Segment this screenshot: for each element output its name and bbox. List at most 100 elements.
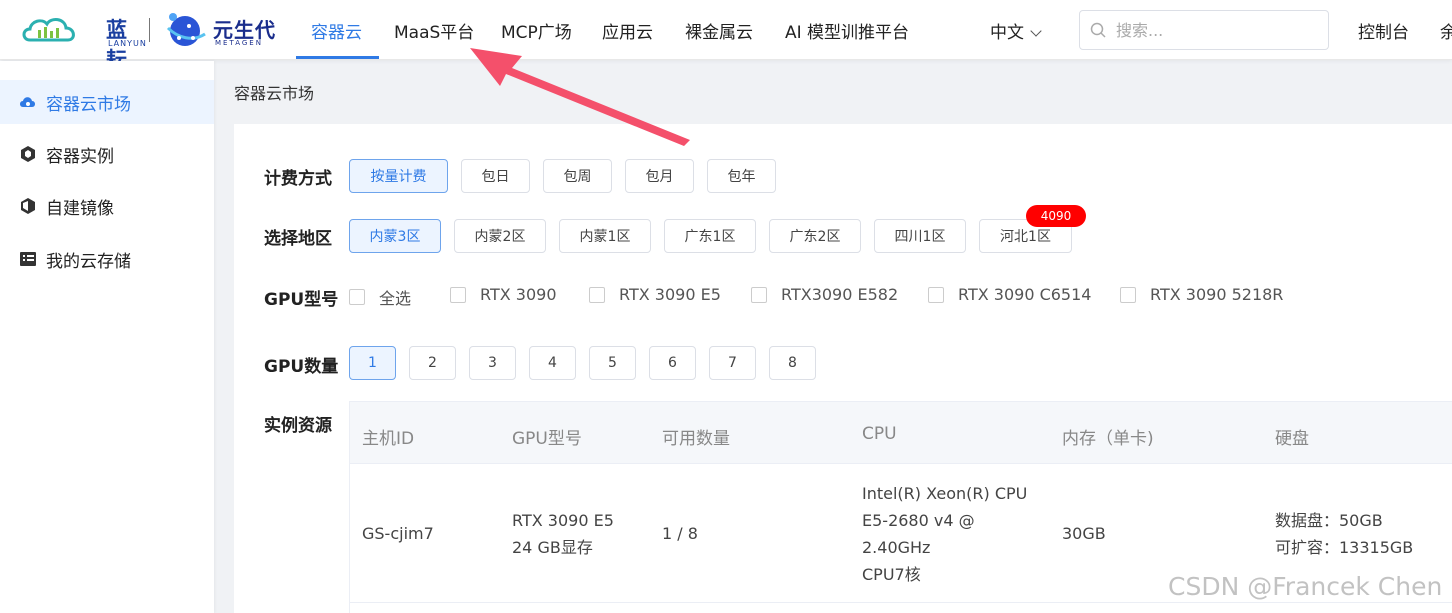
cell-gpu-memory: 24 GB显存 [512, 538, 593, 557]
nav-app-cloud[interactable]: 应用云 [602, 18, 653, 43]
nav-ai-model-platform[interactable]: AI 模型训推平台 [785, 18, 909, 43]
cell-cpu-line: 2.40GHz [862, 538, 931, 557]
gpu-model-checkbox-rtx3090-e5[interactable]: RTX 3090 E5 [589, 285, 721, 304]
region-option-gd1[interactable]: 广东1区 [664, 219, 756, 253]
billing-option-yearly[interactable]: 包年 [707, 159, 776, 193]
resources-label: 实例资源 [264, 416, 332, 436]
cell-available: 1 / 8 [662, 524, 698, 543]
lanyun-brand-en: LANYUN [108, 39, 147, 48]
gpu-count-option-5[interactable]: 5 [589, 346, 636, 380]
checkbox-box[interactable] [349, 289, 365, 305]
column-header-memory[interactable]: 内存（单卡) [1062, 424, 1154, 449]
cell-memory: 30GB [1062, 524, 1106, 543]
gpu-model-label: GPU型号 [264, 290, 339, 310]
gpu-count-option-2[interactable]: 2 [409, 346, 456, 380]
checkbox-box[interactable] [589, 286, 605, 303]
column-header-gpu-model[interactable]: GPU型号 [512, 424, 582, 449]
checkbox-label: RTX3090 E582 [781, 285, 899, 304]
gpu-model-checkbox-all[interactable]: 全选 [349, 285, 411, 309]
billing-option-pay-as-you-go[interactable]: 按量计费 [349, 159, 448, 193]
language-label: 中文 [990, 23, 1024, 43]
nav-active-indicator [296, 56, 379, 59]
metagen-logo[interactable]: 元生代 METAGEN [163, 8, 285, 52]
sidebar-item-custom-images[interactable]: 自建镜像 [0, 184, 214, 228]
region-gpu-badge: 4090 [1026, 205, 1086, 227]
console-link[interactable]: 控制台 [1358, 18, 1409, 43]
chevron-down-icon [1030, 25, 1042, 37]
gpu-model-checkbox-rtx3090-e582[interactable]: RTX3090 E582 [751, 285, 898, 304]
gpu-model-checkbox-rtx3090[interactable]: RTX 3090 [450, 285, 557, 304]
column-header-disk[interactable]: 硬盘 [1275, 424, 1309, 449]
cloud-icon [18, 92, 38, 112]
row-divider [350, 602, 1452, 603]
gpu-count-label: GPU数量 [264, 357, 339, 377]
gpu-count-option-3[interactable]: 3 [469, 346, 516, 380]
region-option-nm1[interactable]: 内蒙1区 [559, 219, 651, 253]
checkbox-box[interactable] [450, 286, 466, 303]
nav-maas-platform[interactable]: MaaS平台 [394, 18, 474, 43]
cell-disk-expandable: 可扩容：13315GB [1275, 538, 1414, 557]
nav-bare-metal-cloud[interactable]: 裸金属云 [685, 18, 753, 43]
metagen-globe-icon [166, 13, 206, 46]
cell-gpu-model: RTX 3090 E5 [512, 511, 614, 530]
checkbox-label: RTX 3090 5218R [1150, 285, 1284, 304]
search-input[interactable] [1116, 19, 1316, 41]
billing-option-daily[interactable]: 包日 [461, 159, 530, 193]
sidebar-item-label: 容器云市场 [46, 94, 131, 115]
sidebar-item-label: 容器实例 [46, 146, 114, 167]
billing-option-weekly[interactable]: 包周 [543, 159, 612, 193]
cell-cpu-cores: CPU7核 [862, 565, 921, 584]
region-label: 选择地区 [264, 229, 332, 249]
lanyun-cloud-icon [22, 18, 75, 42]
column-header-cpu[interactable]: CPU [862, 424, 897, 444]
sidebar-item-label: 我的云存储 [46, 251, 131, 272]
top-navigation-bar: 蓝耘 LANYUN 元生代 METAGEN 容器云 MaaS平台 MCP广场 应… [0, 0, 1452, 72]
gpu-count-option-7[interactable]: 7 [709, 346, 756, 380]
logo-divider [149, 18, 150, 42]
billing-label: 计费方式 [264, 169, 332, 189]
breadcrumb: 容器云市场 [234, 84, 315, 103]
gpu-count-option-6[interactable]: 6 [649, 346, 696, 380]
gpu-count-option-8[interactable]: 8 [769, 346, 816, 380]
search-box[interactable] [1079, 10, 1329, 50]
column-header-available[interactable]: 可用数量 [662, 424, 730, 449]
region-option-nm3[interactable]: 内蒙3区 [349, 219, 441, 253]
nav-container-cloud[interactable]: 容器云 [311, 18, 362, 43]
region-option-gd2[interactable]: 广东2区 [769, 219, 861, 253]
cell-cpu-line: Intel(R) Xeon(R) CPU [862, 484, 1028, 503]
lanyun-logo[interactable]: 蓝耘 LANYUN [20, 12, 146, 72]
gpu-count-option-1[interactable]: 1 [349, 346, 396, 380]
watermark: CSDN @Francek Chen [1168, 572, 1443, 601]
region-option-nm2[interactable]: 内蒙2区 [454, 219, 546, 253]
sidebar: 容器云市场 容器实例 自建镜像 我的云存储 [0, 61, 214, 613]
table-header: 主机ID GPU型号 可用数量 CPU 内存（单卡) 硬盘 [350, 402, 1452, 464]
storage-list-icon [18, 249, 38, 269]
cube-icon [18, 144, 38, 164]
nav-overflow-item[interactable]: 余 [1440, 18, 1452, 43]
language-selector[interactable]: 中文 [990, 18, 1042, 43]
sidebar-item-container-market[interactable]: 容器云市场 [0, 80, 214, 124]
column-header-host-id[interactable]: 主机ID [362, 424, 414, 449]
gpu-model-checkbox-rtx3090-c6514[interactable]: RTX 3090 C6514 [928, 285, 1091, 304]
checkbox-box[interactable] [928, 286, 944, 303]
checkbox-label: RTX 3090 E5 [619, 285, 721, 304]
gpu-count-option-4[interactable]: 4 [529, 346, 576, 380]
sidebar-item-container-instances[interactable]: 容器实例 [0, 132, 214, 176]
image-box-icon [18, 196, 38, 216]
checkbox-label: 全选 [379, 289, 412, 308]
checkbox-box[interactable] [751, 286, 767, 303]
metagen-brand-en: METAGEN [215, 39, 263, 47]
cell-host-id: GS-cjim7 [362, 524, 434, 543]
billing-option-monthly[interactable]: 包月 [625, 159, 694, 193]
region-option-sc1[interactable]: 四川1区 [874, 219, 966, 253]
sidebar-item-cloud-storage[interactable]: 我的云存储 [0, 237, 214, 281]
sidebar-item-label: 自建镜像 [46, 198, 114, 219]
cell-cpu-line: E5-2680 v4 @ [862, 511, 975, 530]
gpu-model-checkbox-rtx3090-5218r[interactable]: RTX 3090 5218R [1120, 285, 1283, 304]
checkbox-label: RTX 3090 [480, 285, 557, 304]
nav-mcp-square[interactable]: MCP广场 [501, 18, 572, 43]
cell-disk-data: 数据盘：50GB [1275, 511, 1383, 530]
checkbox-box[interactable] [1120, 286, 1136, 303]
search-icon [1090, 22, 1106, 38]
checkbox-label: RTX 3090 C6514 [958, 285, 1092, 304]
